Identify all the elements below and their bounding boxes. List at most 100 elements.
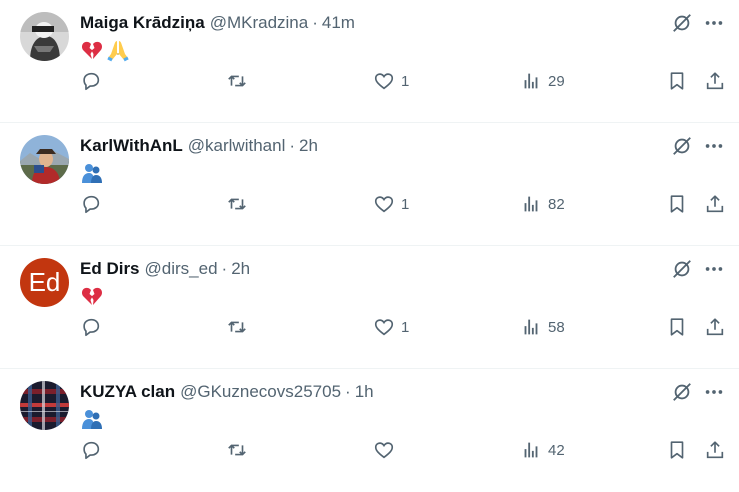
views-button[interactable]: 82 <box>520 191 565 217</box>
bookmark-icon <box>666 70 688 92</box>
bookmark-button[interactable] <box>666 314 688 340</box>
reply-icon <box>80 70 102 92</box>
reply-button[interactable] <box>80 437 102 463</box>
more-icon[interactable] <box>703 381 725 403</box>
view-count: 82 <box>548 195 565 213</box>
share-button[interactable] <box>704 68 726 94</box>
tweet[interactable]: Maiga Krādziņa @MKradzina · 41m 1 29 <box>0 0 739 123</box>
more-icon[interactable] <box>703 258 725 280</box>
reply-button[interactable] <box>80 68 102 94</box>
timestamp[interactable]: 41m <box>322 13 355 33</box>
bookmark-icon <box>666 316 688 338</box>
like-count: 1 <box>401 195 410 213</box>
heart-icon <box>373 439 395 461</box>
timestamp[interactable]: 2h <box>299 136 318 156</box>
folded-hands-emoji <box>106 38 130 62</box>
analytics-icon <box>520 193 542 215</box>
view-count: 58 <box>548 318 565 336</box>
retweet-icon <box>226 70 248 92</box>
avatar[interactable] <box>20 135 69 184</box>
display-name[interactable]: Ed Dirs <box>80 259 140 279</box>
user-handle[interactable]: @dirs_ed <box>145 259 218 279</box>
tweet-text <box>80 407 104 431</box>
avatar-initials: Ed <box>20 258 69 307</box>
timestamp[interactable]: 1h <box>355 382 374 402</box>
people-hugging-emoji <box>80 161 104 185</box>
user-handle[interactable]: @karlwithanl <box>188 136 286 156</box>
share-icon <box>704 316 726 338</box>
display-name[interactable]: KUZYA clan <box>80 382 175 402</box>
share-icon <box>704 70 726 92</box>
more-icon[interactable] <box>703 12 725 34</box>
share-button[interactable] <box>704 314 726 340</box>
retweet-icon <box>226 439 248 461</box>
tweet[interactable]: KUZYA clan @GKuznecovs25705 · 1h 42 <box>0 369 739 492</box>
views-button[interactable]: 58 <box>520 314 565 340</box>
broken-heart-emoji <box>80 38 104 62</box>
view-count: 42 <box>548 441 565 459</box>
more-icon[interactable] <box>703 135 725 157</box>
tweet-text <box>80 161 104 185</box>
retweet-button[interactable] <box>226 314 248 340</box>
views-button[interactable]: 29 <box>520 68 565 94</box>
share-icon <box>704 193 726 215</box>
avatar[interactable] <box>20 381 69 430</box>
tweet[interactable]: Ed Ed Dirs @dirs_ed · 2h 1 58 <box>0 246 739 369</box>
retweet-button[interactable] <box>226 191 248 217</box>
view-count: 29 <box>548 72 565 90</box>
analytics-icon <box>520 316 542 338</box>
tweet-feed: Maiga Krādziņa @MKradzina · 41m 1 29 Kar… <box>0 0 739 492</box>
separator-dot: · <box>312 13 318 32</box>
user-handle[interactable]: @MKradzina <box>210 13 309 33</box>
retweet-icon <box>226 316 248 338</box>
separator-dot: · <box>221 259 228 278</box>
separator-dot: · <box>289 136 296 155</box>
people-hugging-emoji <box>80 407 104 431</box>
tweet-text <box>80 38 130 62</box>
bookmark-button[interactable] <box>666 191 688 217</box>
avatar[interactable]: Ed <box>20 258 69 307</box>
heart-icon <box>373 316 395 338</box>
avatar[interactable] <box>20 12 69 61</box>
reply-icon <box>80 439 102 461</box>
user-handle[interactable]: @GKuznecovs25705 <box>180 382 341 402</box>
heart-icon <box>373 70 395 92</box>
separator-dot: · <box>345 382 351 401</box>
reply-icon <box>80 193 102 215</box>
heart-icon <box>373 193 395 215</box>
reply-button[interactable] <box>80 191 102 217</box>
like-count: 1 <box>401 72 410 90</box>
bookmark-icon <box>666 439 688 461</box>
share-button[interactable] <box>704 437 726 463</box>
reply-icon <box>80 316 102 338</box>
bookmark-button[interactable] <box>666 437 688 463</box>
grok-icon[interactable] <box>671 381 693 403</box>
grok-icon[interactable] <box>671 135 693 157</box>
retweet-button[interactable] <box>226 68 248 94</box>
grok-icon[interactable] <box>671 258 693 280</box>
analytics-icon <box>520 70 542 92</box>
views-button[interactable]: 42 <box>520 437 565 463</box>
retweet-button[interactable] <box>226 437 248 463</box>
tweet-actions: 1 82 <box>80 191 725 217</box>
like-button[interactable]: 1 <box>373 314 409 340</box>
bookmark-button[interactable] <box>666 68 688 94</box>
retweet-icon <box>226 193 248 215</box>
like-button[interactable]: 1 <box>373 68 409 94</box>
reply-button[interactable] <box>80 314 102 340</box>
timestamp[interactable]: 2h <box>231 259 250 279</box>
tweet-actions: 1 58 <box>80 314 725 340</box>
like-button[interactable]: 1 <box>373 191 409 217</box>
analytics-icon <box>520 439 542 461</box>
tweet-actions: 1 29 <box>80 68 725 94</box>
display-name[interactable]: KarlWithAnL <box>80 136 183 156</box>
tweet[interactable]: KarlWithAnL @karlwithanl · 2h 1 82 <box>0 123 739 246</box>
share-button[interactable] <box>704 191 726 217</box>
like-button[interactable] <box>373 437 401 463</box>
tweet-actions: 42 <box>80 437 725 463</box>
like-count: 1 <box>401 318 410 336</box>
grok-icon[interactable] <box>671 12 693 34</box>
tweet-text <box>80 284 104 308</box>
display-name[interactable]: Maiga Krādziņa <box>80 13 205 33</box>
share-icon <box>704 439 726 461</box>
